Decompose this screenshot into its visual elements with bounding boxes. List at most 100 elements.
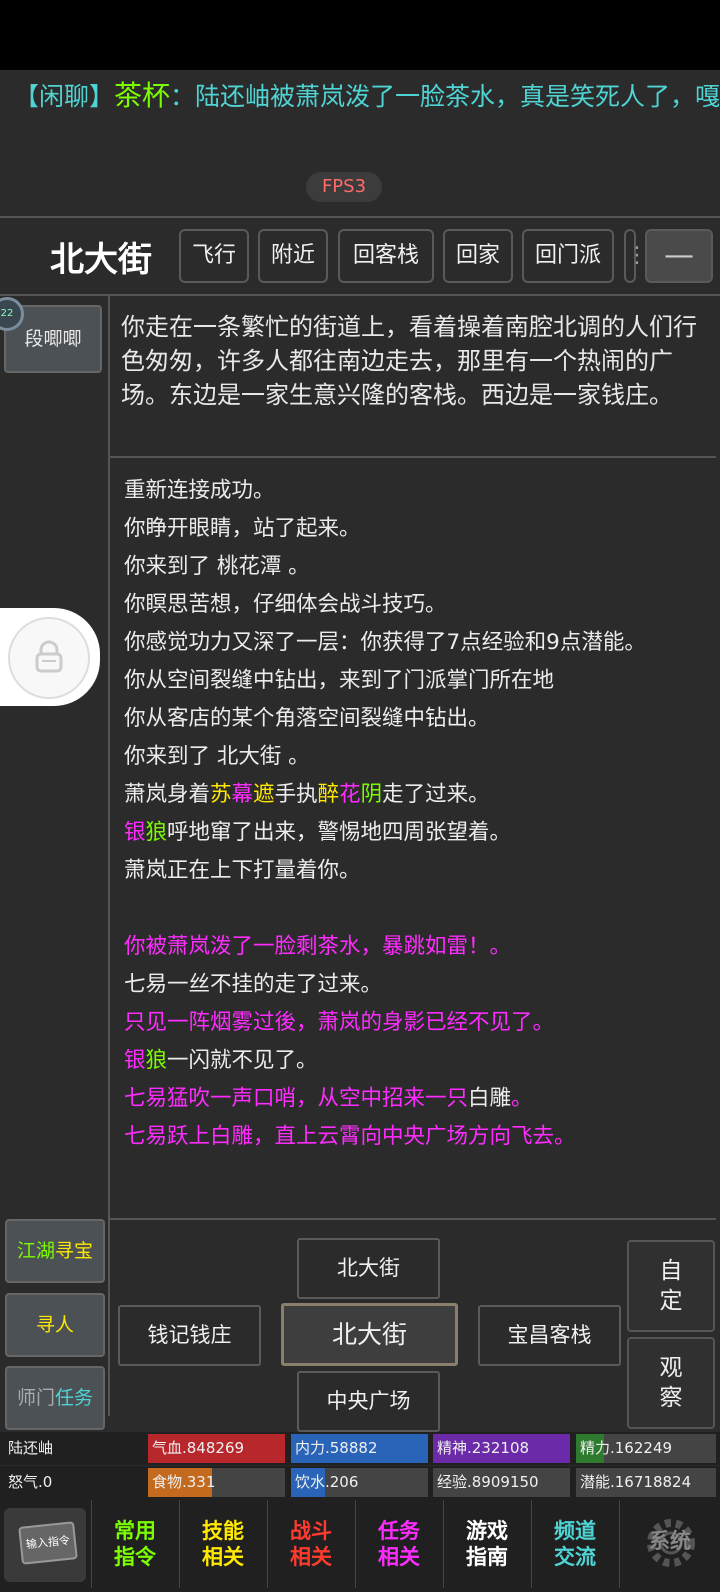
combat-button[interactable]: 战斗 相关 [267, 1500, 354, 1588]
system-button[interactable]: 系统 [619, 1500, 720, 1588]
npc-name: 银 [124, 820, 146, 845]
button-label: 相关 [290, 1545, 332, 1569]
divider [110, 1218, 716, 1220]
item-name: 醉 [317, 782, 340, 807]
exit-west-button[interactable]: 钱记钱庄 [118, 1305, 261, 1366]
message-log: 重新连接成功。 你睁开眼睛，站了起来。 你来到了 桃花潭 。 你瞑思苦想，仔细体… [124, 472, 704, 1156]
log-text: 萧岚身着 [124, 782, 211, 807]
button-label: 技能 [202, 1519, 244, 1543]
log-line: 七易一丝不挂的走了过来。 [124, 972, 383, 997]
current-room-button[interactable]: 北大街 [281, 1303, 458, 1366]
chat-sender[interactable]: 茶杯 [114, 79, 170, 112]
location-title: 北大街 [50, 240, 152, 280]
potential-bar: 潜能.16718824 [576, 1468, 716, 1497]
exit-south-button[interactable]: 中央广场 [297, 1371, 440, 1432]
button-label: 师门 [16, 1387, 55, 1409]
log-line: 银狼呼地窜了出来，警惕地四周张望着。 [124, 814, 704, 852]
log-line: 七易猛吹一声口哨，从空中招来一只白雕。 [124, 1080, 704, 1118]
exit-north-button[interactable]: 北大街 [297, 1238, 440, 1299]
log-line: 重新连接成功。 [124, 478, 275, 503]
log-line: 你从空间裂缝中钻出，来到了门派掌门所在地 [124, 668, 555, 693]
menu-button[interactable]: — [645, 229, 713, 283]
return-inn-button[interactable]: 回客栈 [338, 229, 434, 283]
item-name: 遮 [253, 782, 275, 807]
log-line: 萧岚正在上下打量着你。 [124, 858, 361, 883]
log-line: 你来到了 北大街 。 [124, 744, 310, 769]
button-label: 游戏 [466, 1519, 508, 1543]
chat-message: ：陆还岫被萧岚泼了一脸茶水，真是笑死人了，嘎 [170, 82, 720, 111]
button-label: 寻宝 [55, 1240, 94, 1262]
common-commands-button[interactable]: 常用 指令 [91, 1500, 178, 1588]
stats-row-2: 怒气.0 食物.331 饮水.206 经验.8909150 潜能.1671882… [0, 1466, 720, 1499]
log-line: 你被萧岚泼了一脸剩茶水，暴跳如雷！。 [124, 934, 512, 959]
fps-badge: FPS3 [306, 172, 382, 202]
hp-bar: 气血.848269 [148, 1434, 285, 1463]
food-bar: 食物.331 [148, 1468, 285, 1497]
more-icon[interactable]: ⋮ [624, 229, 648, 283]
treasure-hunt-button[interactable]: 江湖寻宝 [5, 1219, 105, 1283]
exp-bar: 经验.8909150 [433, 1468, 570, 1497]
log-text: 走了过来。 [382, 782, 490, 807]
find-person-button[interactable]: 寻人 [5, 1293, 105, 1357]
force-bar: 内力.58882 [291, 1434, 428, 1463]
button-label: 任务 [55, 1387, 94, 1409]
item-name: 花 [339, 782, 361, 807]
button-label: 相关 [202, 1545, 244, 1569]
log-text: 。 [511, 1086, 533, 1111]
stats-row-1: 陆还岫 气血.848269 内力.58882 精神.232108 精力.1622… [0, 1432, 720, 1465]
chat-channel-tag: 【闲聊】 [14, 82, 115, 111]
button-label: 交流 [554, 1545, 596, 1569]
spirit-bar: 精神.232108 [433, 1434, 570, 1463]
log-text: 呼地窜了出来，警惕地四周张望着。 [167, 820, 512, 845]
log-line: 银狼一闪就不见了。 [124, 1042, 704, 1080]
fly-button[interactable]: 飞行 [179, 229, 249, 283]
input-command-label: 输入指令 [18, 1521, 78, 1565]
log-line: 你从客店的某个角落空间裂缝中钻出。 [124, 706, 490, 731]
button-label: 战斗 [290, 1519, 332, 1543]
npc-name: 狼 [145, 820, 168, 845]
exit-east-button[interactable]: 宝昌客栈 [478, 1305, 621, 1366]
npc-name: 狼 [145, 1048, 168, 1073]
skills-button[interactable]: 技能 相关 [179, 1500, 266, 1588]
return-sect-button[interactable]: 回门派 [522, 229, 614, 283]
item-name: 幕 [231, 782, 254, 807]
log-line: 你瞑思苦想，仔细体会战斗技巧。 [124, 592, 447, 617]
lock-icon [35, 640, 63, 673]
rage-stat: 怒气.0 [8, 1473, 53, 1491]
button-label: 频道 [554, 1519, 596, 1543]
game-guide-button[interactable]: 游戏 指南 [443, 1500, 530, 1588]
go-home-button[interactable]: 回家 [443, 229, 513, 283]
log-line: 萧岚身着苏幕遮手执醉花阴走了过来。 [124, 776, 704, 814]
observe-button[interactable]: 观 察 [627, 1337, 715, 1429]
quests-button[interactable]: 任务 相关 [355, 1500, 442, 1588]
npc-name: 白雕 [468, 1086, 512, 1111]
log-text: 手执 [274, 782, 318, 807]
button-label: 常用 [114, 1519, 156, 1543]
channel-button[interactable]: 频道 交流 [531, 1500, 618, 1588]
character-name: 陆还岫 [8, 1439, 54, 1457]
log-line: 你感觉功力又深了一层：你获得了7点经验和9点潜能。 [124, 630, 646, 655]
log-text: 七易猛吹一声口哨，从空中招来一只 [124, 1086, 469, 1111]
npc-name: 银 [124, 1048, 146, 1073]
custom-button[interactable]: 自 定 [627, 1240, 715, 1332]
button-label: 江湖 [16, 1240, 55, 1262]
water-bar: 饮水.206 [291, 1468, 428, 1497]
sect-quest-button[interactable]: 师门任务 [5, 1366, 105, 1430]
chat-ticker[interactable]: 【闲聊】茶杯：陆还岫被萧岚泼了一脸茶水，真是笑死人了，嘎 [0, 70, 720, 128]
button-label: 系统 [649, 1529, 691, 1553]
log-line-empty [124, 890, 704, 928]
button-label: 指南 [466, 1545, 508, 1569]
input-command-button[interactable]: 输入指令 [4, 1508, 86, 1582]
log-line: 只见一阵烟雾过後，萧岚的身影已经不见了。 [124, 1010, 555, 1035]
button-label: 相关 [378, 1545, 420, 1569]
divider [108, 296, 110, 1416]
log-line: 你睁开眼睛，站了起来。 [124, 516, 361, 541]
log-text: 一闪就不见了。 [167, 1048, 318, 1073]
room-description: 你走在一条繁忙的街道上，看着操着南腔北调的人们行色匆匆，许多人都往南边走去，那里… [121, 313, 697, 409]
item-name: 阴 [360, 782, 383, 807]
item-name: 苏 [210, 782, 232, 807]
divider [110, 456, 716, 458]
energy-bar: 精力.162249 [576, 1434, 716, 1463]
nearby-button[interactable]: 附近 [258, 229, 328, 283]
log-line: 你来到了 桃花潭 。 [124, 554, 310, 579]
